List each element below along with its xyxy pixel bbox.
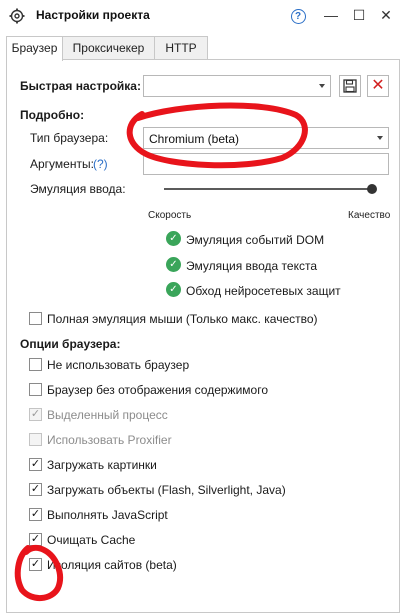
option-use-proxifier-label: Использовать Proxifier	[47, 433, 172, 447]
window-title: Настройки проекта	[36, 8, 150, 22]
details-header: Подробно:	[20, 108, 85, 122]
browser-type-value: Chromium (beta)	[149, 132, 240, 146]
close-button[interactable]: ✕	[374, 3, 398, 27]
option-run-javascript-label: Выполнять JavaScript	[47, 508, 168, 522]
checkbox-headless[interactable]	[29, 383, 42, 396]
tab-proxychecker[interactable]: Проксичекер	[61, 36, 156, 59]
feature-text-input: Эмуляция ввода текста	[186, 259, 318, 273]
browser-options-header: Опции браузера:	[20, 337, 121, 351]
option-clear-cache-label: Очищать Cache	[47, 533, 136, 547]
full-mouse-emulation-checkbox[interactable]	[29, 312, 42, 325]
green-check-icon: ✓	[166, 257, 181, 272]
option-no-browser-label: Не использовать браузер	[47, 358, 190, 372]
settings-gear-icon	[9, 8, 25, 27]
option-dedicated-process-label: Выделенный процесс	[47, 408, 168, 422]
checkbox-dedicated-process[interactable]: ✓	[29, 408, 42, 421]
green-check-icon: ✓	[166, 282, 181, 297]
tab-http[interactable]: HTTP	[154, 36, 208, 59]
delete-x-icon: ✕	[371, 77, 385, 94]
checkbox-no-browser[interactable]	[29, 358, 42, 371]
slider-min-label: Скорость	[148, 210, 192, 221]
delete-preset-button[interactable]: ✕	[367, 75, 389, 97]
tab-browser[interactable]: Браузер	[6, 36, 63, 61]
quick-setup-label: Быстрая настройка:	[20, 79, 141, 93]
checkbox-use-proxifier[interactable]	[29, 433, 42, 446]
chevron-down-icon	[319, 84, 325, 88]
checkbox-load-images[interactable]: ✓	[29, 458, 42, 471]
option-load-images-label: Загружать картинки	[47, 458, 157, 472]
chevron-down-icon	[377, 136, 383, 140]
feature-neural-bypass: Обход нейросетевых защит	[186, 284, 341, 298]
option-load-objects-label: Загружать объекты (Flash, Silverlight, J…	[47, 483, 286, 497]
checkbox-run-javascript[interactable]: ✓	[29, 508, 42, 521]
green-check-icon: ✓	[166, 231, 181, 246]
help-button[interactable]: ?	[286, 3, 310, 27]
save-preset-button[interactable]	[339, 75, 361, 97]
floppy-disk-icon	[343, 79, 357, 93]
checkbox-load-objects[interactable]: ✓	[29, 483, 42, 496]
option-site-isolation-label: Изоляция сайтов (beta)	[47, 558, 177, 572]
checkbox-site-isolation[interactable]: ✓	[29, 558, 42, 571]
args-input[interactable]	[143, 153, 389, 175]
minimize-button[interactable]: —	[319, 3, 343, 27]
slider-thumb[interactable]	[367, 184, 377, 194]
args-label: Аргументы:	[30, 157, 94, 171]
browser-type-dropdown[interactable]: Chromium (beta)	[143, 127, 389, 149]
args-help-link[interactable]: (?)	[93, 157, 108, 171]
title-bar: Настройки проекта ? — ☐ ✕	[0, 0, 402, 31]
full-mouse-emulation-label: Полная эмуляция мыши (Только макс. качес…	[47, 312, 318, 326]
feature-dom-events: Эмуляция событий DOM	[186, 233, 325, 247]
input-emulation-slider[interactable]	[164, 188, 372, 190]
help-icon: ?	[290, 8, 306, 24]
slider-max-label: Качество	[348, 210, 391, 221]
browser-type-label: Тип браузера:	[30, 131, 109, 145]
input-emulation-label: Эмуляция ввода:	[30, 182, 126, 196]
quick-setup-dropdown[interactable]	[143, 75, 331, 97]
checkbox-clear-cache[interactable]: ✓	[29, 533, 42, 546]
maximize-button[interactable]: ☐	[347, 3, 371, 27]
option-headless-label: Браузер без отображения содержимого	[47, 383, 268, 397]
